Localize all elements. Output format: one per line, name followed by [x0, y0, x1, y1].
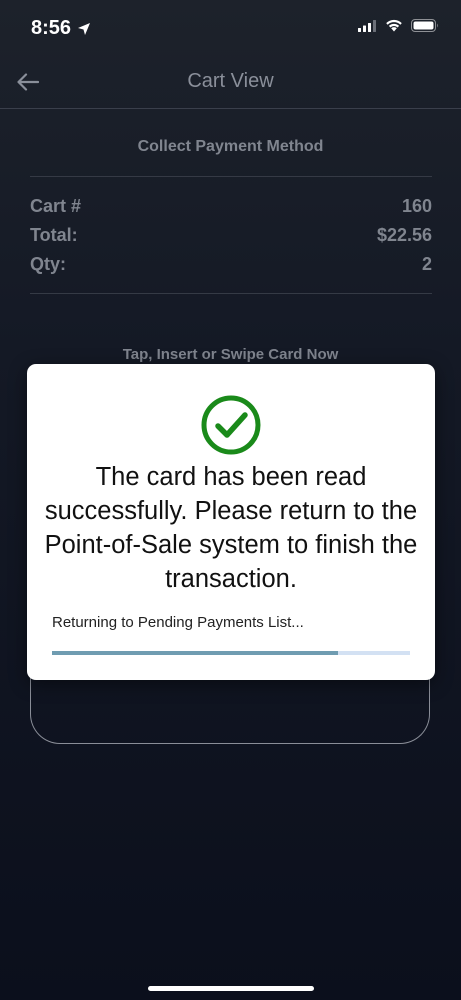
status-bar: 8:56: [0, 0, 461, 60]
wifi-icon: [386, 19, 402, 32]
progress-bar-fill: [52, 651, 339, 655]
cellular-signal-icon: [358, 19, 376, 32]
card-prompt: Tap, Insert or Swipe Card Now: [122, 346, 339, 363]
status-icons: [358, 19, 439, 32]
divider: [30, 176, 432, 177]
section-title: Collect Payment Method: [137, 138, 324, 155]
cart-qty-value: 2: [421, 254, 432, 274]
home-indicator[interactable]: [148, 986, 314, 991]
cart-total-row: Total: $22.56: [30, 225, 432, 246]
app-header: Cart View: [0, 60, 461, 109]
check-circle-icon: [201, 395, 261, 455]
status-time: 8:56: [31, 17, 72, 39]
cart-qty-label: Qty:: [30, 254, 66, 274]
dialog-message: The card has been read successfully. Ple…: [44, 463, 418, 593]
cart-total-label: Total:: [30, 225, 78, 245]
location-arrow-icon: [78, 22, 91, 35]
cart-number-row: Cart # 160: [30, 196, 432, 217]
cart-number-label: Cart #: [30, 196, 82, 216]
progress-bar: [52, 651, 410, 655]
cart-qty-row: Qty: 2: [30, 254, 432, 275]
cart-number-value: 160: [401, 196, 432, 216]
divider: [30, 293, 432, 294]
page-title: Cart View: [187, 70, 274, 92]
battery-icon: [411, 19, 438, 32]
cart-total-value: $22.56: [376, 225, 432, 245]
status-time-group: 8:56: [31, 17, 91, 40]
dialog-status-text: Returning to Pending Payments List...: [52, 614, 304, 631]
success-dialog: The card has been read successfully. Ple…: [27, 364, 435, 680]
